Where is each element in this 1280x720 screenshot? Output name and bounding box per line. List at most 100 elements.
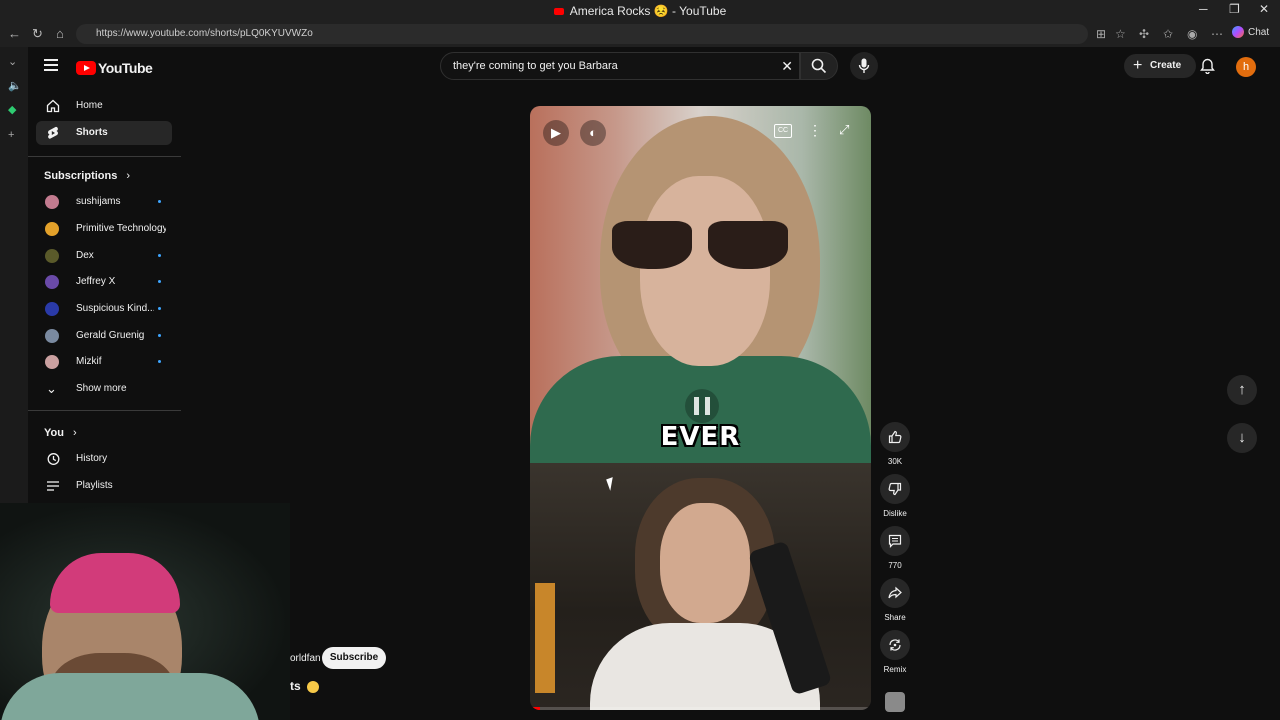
progress-bar[interactable]	[530, 707, 871, 710]
subscription-item[interactable]: Dex	[36, 244, 172, 268]
play-icon[interactable]: ▶	[543, 120, 569, 146]
volume-icon[interactable]: ◐	[580, 120, 606, 146]
like-button[interactable]: 30K	[876, 422, 914, 466]
microphone-icon	[858, 58, 870, 73]
search-icon	[811, 58, 827, 74]
plus-icon: +	[1133, 57, 1143, 74]
reload-icon[interactable]: ↻	[32, 26, 43, 42]
youtube-logo[interactable]: YouTube	[76, 59, 153, 76]
sidebar-item-shorts[interactable]: Shorts	[36, 121, 172, 145]
next-short-button[interactable]: ↓	[1227, 423, 1257, 453]
menu-icon[interactable]	[44, 59, 58, 71]
short-title: ts	[290, 679, 319, 693]
profile-icon[interactable]: ◉	[1187, 27, 1197, 41]
subscriptions-heading[interactable]: Subscriptions ›	[44, 170, 130, 182]
arrow-up-icon: ↑	[1238, 381, 1246, 398]
copilot-chat-button[interactable]: Chat	[1232, 24, 1269, 42]
channel-avatar	[45, 222, 59, 236]
home-icon	[46, 99, 60, 113]
progress-fill	[530, 707, 541, 710]
search-button[interactable]	[800, 52, 838, 80]
copilot-icon	[1232, 26, 1244, 39]
new-tab-icon[interactable]: +	[8, 129, 14, 141]
arrow-down-icon: ↓	[1238, 429, 1246, 446]
subscription-item[interactable]: Mizkif	[36, 350, 172, 374]
dislike-button[interactable]: Dislike	[876, 474, 914, 518]
favorites-icon[interactable]: ✩	[1163, 27, 1173, 41]
clear-search-icon[interactable]: ✕	[781, 58, 793, 75]
more-vert-icon[interactable]: ⋮	[808, 122, 822, 139]
tab-favicon-icon[interactable]: ◆	[8, 103, 16, 116]
playlists-icon	[47, 481, 59, 491]
pause-icon[interactable]	[685, 389, 719, 423]
thumbs-down-icon	[880, 474, 910, 504]
sidebar-item-label: Shorts	[76, 127, 108, 138]
history-icon	[47, 453, 60, 465]
remix-label: Remix	[883, 665, 907, 674]
sidebar-item-label: Playlists	[76, 480, 113, 491]
remix-button[interactable]: Remix	[876, 630, 914, 674]
comment-icon	[880, 526, 910, 556]
captions-icon[interactable]: CC	[774, 124, 792, 138]
sidebar-item-playlists[interactable]: Playlists	[36, 474, 172, 498]
sound-thumbnail	[885, 692, 905, 712]
sidebar-divider	[28, 156, 181, 157]
new-content-dot	[158, 360, 161, 363]
sound-source-button[interactable]	[876, 692, 914, 712]
audio-tab-icon[interactable]: 🔈	[8, 79, 22, 92]
more-options-icon[interactable]: ⋯	[1211, 27, 1223, 41]
subscribe-button[interactable]: Subscribe	[322, 647, 386, 669]
close-window-icon[interactable]: ✕	[1259, 2, 1269, 16]
home-icon[interactable]: ⌂	[56, 26, 64, 41]
account-avatar[interactable]: h	[1236, 57, 1256, 77]
sidebar-divider	[28, 410, 181, 411]
collapse-icon[interactable]: ⌄	[8, 55, 17, 68]
share-button[interactable]: Share	[876, 578, 914, 622]
voice-search-button[interactable]	[850, 52, 878, 80]
you-heading[interactable]: You ›	[44, 427, 77, 439]
channel-avatar	[45, 355, 59, 369]
notifications-bell-icon[interactable]	[1200, 58, 1215, 74]
back-icon[interactable]: ←	[8, 26, 21, 41]
comment-count: 770	[888, 561, 902, 570]
show-more-button[interactable]: ⌄ Show more	[36, 377, 172, 401]
new-content-dot	[158, 254, 161, 257]
sidebar-item-label: History	[76, 453, 108, 464]
search-input[interactable]: they're coming to get you Barbara ✕	[440, 52, 800, 80]
shorts-video-player[interactable]: ▶ ◐ CC ⋮ ⤢ EVER	[530, 106, 871, 710]
sidebar-item-label: Home	[76, 100, 103, 111]
sidebar-item-history[interactable]: History	[36, 447, 172, 471]
dislike-label: Dislike	[883, 509, 907, 518]
subscription-item[interactable]: Primitive Technology	[36, 217, 172, 241]
subscription-item[interactable]: Suspicious Kind...	[36, 297, 172, 321]
shorts-icon	[48, 126, 58, 139]
search-query[interactable]: they're coming to get you Barbara	[453, 60, 618, 72]
short-metadata: orldfan Subscribe ts	[290, 645, 530, 705]
restore-icon[interactable]: ❐	[1229, 2, 1240, 16]
extensions-icon[interactable]: ✣	[1139, 27, 1149, 41]
subscription-item[interactable]: sushijams	[36, 190, 172, 214]
address-bar[interactable]: https://www.youtube.com/shorts/pLQ0KYUVW…	[76, 24, 1088, 44]
chevron-right-icon: ›	[126, 170, 131, 182]
create-button[interactable]: + Create	[1124, 54, 1196, 78]
fullscreen-icon[interactable]: ⤢	[839, 122, 849, 138]
comments-button[interactable]: 770	[876, 526, 914, 570]
webcam-overlay	[0, 503, 290, 720]
window-title: America Rocks 😣 - YouTube	[0, 4, 1280, 18]
channel-name[interactable]: orldfan	[290, 653, 321, 664]
emoji-icon	[306, 680, 319, 693]
previous-short-button[interactable]: ↑	[1227, 375, 1257, 405]
youtube-play-icon	[76, 60, 96, 75]
new-content-dot	[158, 307, 161, 310]
new-content-dot	[158, 280, 161, 283]
subscription-item[interactable]: Gerald Gruenig	[36, 324, 172, 348]
favorite-star-icon[interactable]: ☆	[1115, 27, 1126, 41]
channel-avatar	[45, 302, 59, 316]
app-available-icon[interactable]: ⊞	[1096, 27, 1106, 41]
minimize-icon[interactable]: ─	[1199, 2, 1208, 16]
sidebar-item-home[interactable]: Home	[36, 94, 172, 118]
youtube-favicon-icon	[553, 8, 564, 16]
browser-titlebar: America Rocks 😣 - YouTube ─ ❐ ✕	[0, 0, 1280, 22]
remix-icon	[880, 630, 910, 660]
subscription-item[interactable]: Jeffrey X	[36, 270, 172, 294]
